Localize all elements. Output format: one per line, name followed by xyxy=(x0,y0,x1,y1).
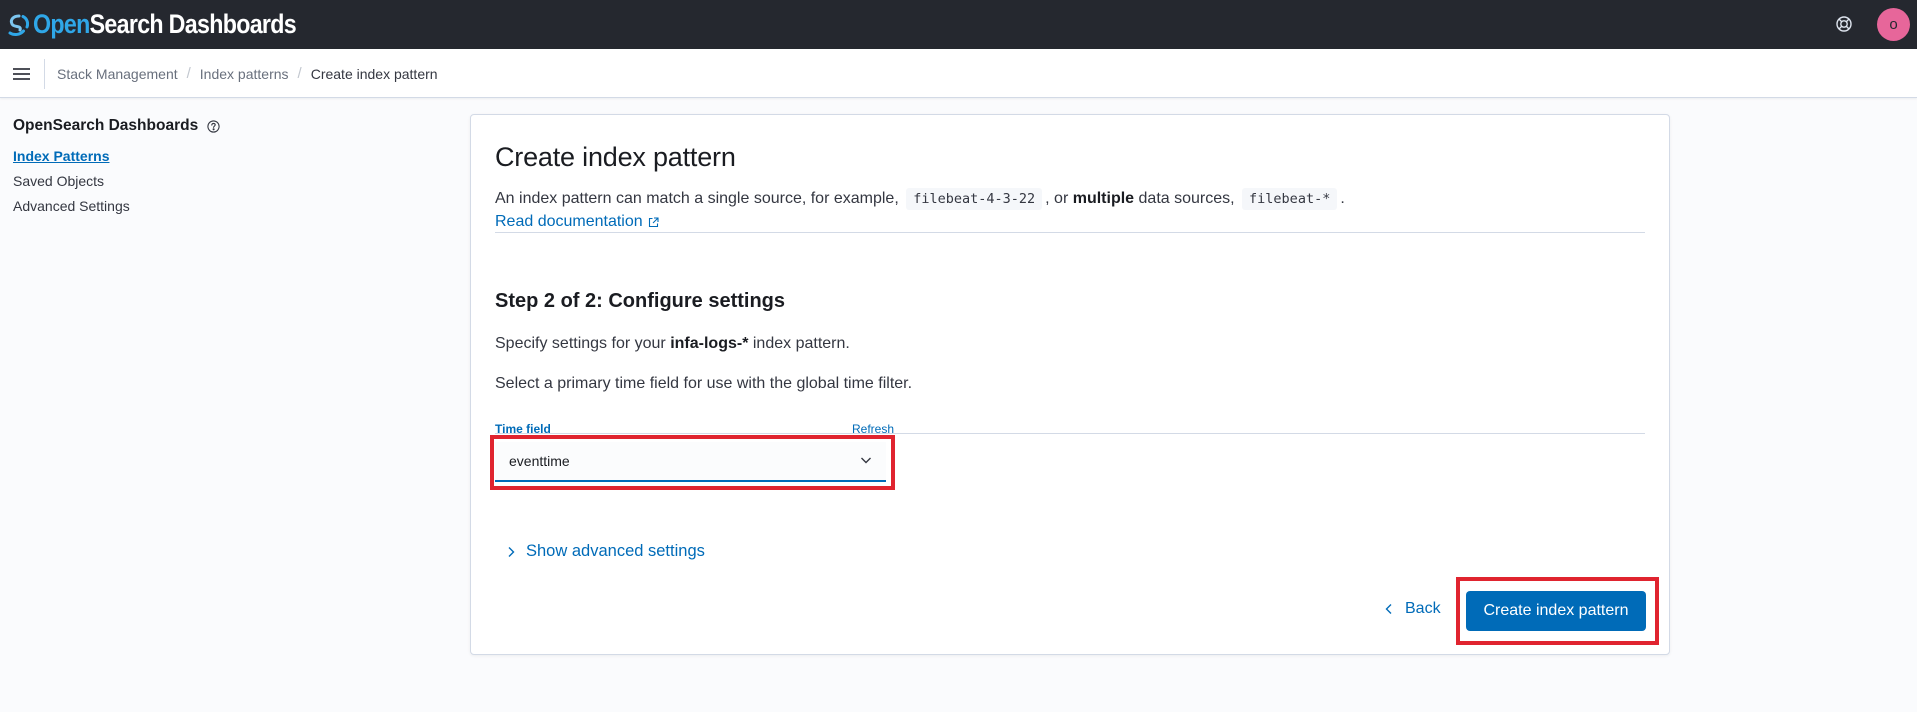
sidenav-item-index-patterns[interactable]: Index Patterns xyxy=(13,148,433,166)
opensearch-logo-icon xyxy=(8,14,29,36)
brand-name-open: Open xyxy=(33,9,90,39)
settings-description-prefix: Specify settings for your xyxy=(495,335,666,352)
breadcrumb: Stack Management / Index patterns / Crea… xyxy=(57,49,438,98)
side-nav: OpenSearch Dashboards Index Patterns Sav… xyxy=(13,115,433,216)
chevron-right-icon xyxy=(506,546,516,558)
breadcrumb-stack-management[interactable]: Stack Management xyxy=(57,66,178,82)
breadcrumb-create-index-pattern: Create index pattern xyxy=(310,65,438,82)
example-code-single: filebeat-4-3-22 xyxy=(906,188,1043,210)
intro-text-bold: multiple xyxy=(1072,190,1135,207)
intro-text-period: . xyxy=(1340,190,1345,207)
intro-text: An index pattern can match a single sour… xyxy=(495,188,1345,210)
section-divider xyxy=(495,433,1645,434)
back-button[interactable]: Back xyxy=(1376,589,1450,629)
time-field-hint: Select a primary time field for use with… xyxy=(495,375,913,392)
sidenav-item-saved-objects[interactable]: Saved Objects xyxy=(13,173,433,191)
read-documentation-link[interactable]: Read documentation xyxy=(495,213,659,231)
index-pattern-name: infa-logs-* xyxy=(670,335,749,352)
breadcrumb-index-patterns[interactable]: Index patterns xyxy=(200,66,289,82)
chevron-left-icon xyxy=(1385,603,1393,615)
intro-text-part1: An index pattern can match a single sour… xyxy=(495,190,899,207)
question-circle-icon[interactable] xyxy=(207,119,220,133)
read-documentation-label: Read documentation xyxy=(495,213,643,230)
create-index-pattern-panel: Create index pattern An index pattern ca… xyxy=(470,114,1670,655)
external-link-icon xyxy=(648,216,659,228)
brand-name-dashboards: Search Dashboards xyxy=(89,9,297,39)
breadcrumb-separator: / xyxy=(297,65,302,82)
user-avatar[interactable]: o xyxy=(1877,8,1910,41)
breadcrumb-bar: Stack Management / Index patterns / Crea… xyxy=(0,49,1917,98)
sidenav-item-advanced-settings[interactable]: Advanced Settings xyxy=(13,198,433,216)
top-header: OpenSearch Dashboards o xyxy=(0,0,1917,49)
hamburger-menu-icon[interactable] xyxy=(6,61,36,87)
help-lifebuoy-icon[interactable] xyxy=(1833,13,1855,35)
menu-divider xyxy=(44,59,45,89)
example-code-multiple: filebeat-* xyxy=(1242,188,1338,210)
sidenav-title-text: OpenSearch Dashboards xyxy=(13,117,199,134)
annotation-highlight-box xyxy=(490,435,895,490)
step-title: Step 2 of 2: Configure settings xyxy=(495,290,786,312)
settings-description: Specify settings for your infa-logs-* in… xyxy=(495,335,850,353)
annotation-highlight-box xyxy=(1456,577,1659,645)
section-divider xyxy=(495,232,1645,233)
breadcrumb-separator: / xyxy=(186,65,191,82)
intro-text-part3: data sources, xyxy=(1138,190,1235,207)
page-title: Create index pattern xyxy=(495,142,736,172)
brand-name: OpenSearch Dashboards xyxy=(33,9,297,39)
sidenav-title: OpenSearch Dashboards xyxy=(13,115,433,137)
intro-text-part2: , or xyxy=(1045,190,1069,207)
show-advanced-settings-label: Show advanced settings xyxy=(526,542,705,560)
settings-description-suffix: index pattern. xyxy=(752,335,850,352)
back-button-label: Back xyxy=(1405,600,1441,617)
show-advanced-settings-toggle[interactable]: Show advanced settings xyxy=(506,542,705,561)
opensearch-logo[interactable]: OpenSearch Dashboards xyxy=(7,11,339,38)
